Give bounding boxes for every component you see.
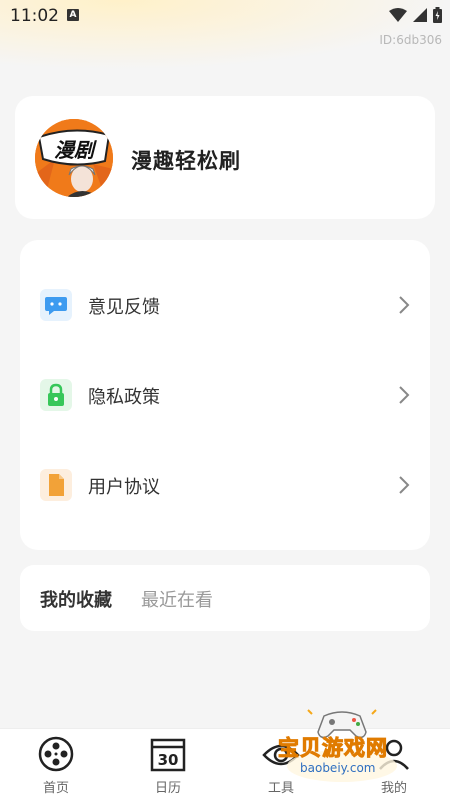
favorites-card: 我的收藏 最近在看 [20, 565, 430, 631]
watermark-url: baobeiy.com [300, 761, 376, 775]
document-icon [40, 469, 72, 501]
watermark-text: 宝贝游戏网 [278, 736, 388, 761]
status-icons [389, 7, 442, 23]
nav-item-home[interactable]: 首页 [26, 735, 86, 796]
battery-icon [433, 7, 442, 23]
menu-item-user-agreement[interactable]: 用户协议 [20, 455, 430, 515]
chevron-right-icon [399, 296, 410, 314]
signal-icon [413, 8, 427, 22]
avatar-logo-text: 漫剧 [54, 138, 97, 162]
menu-item-privacy-policy[interactable]: 隐私政策 [20, 365, 430, 425]
nav-item-calendar[interactable]: 30 日历 [138, 735, 198, 796]
lock-icon [40, 379, 72, 411]
tab-my-favorites[interactable]: 我的收藏 [40, 586, 112, 612]
nav-label: 首页 [42, 781, 69, 796]
notification-icon: A [67, 9, 79, 21]
watermark: 宝贝游戏网 baobeiy.com [272, 704, 442, 784]
settings-menu-card: 意见反馈 隐私政策 用户协议 [20, 240, 430, 550]
calendar-day: 30 [158, 751, 179, 769]
menu-item-label: 用户协议 [88, 477, 160, 498]
profile-card: 漫剧 漫趣轻松刷 [15, 96, 435, 219]
chevron-right-icon [399, 476, 410, 494]
menu-item-label: 意见反馈 [88, 297, 160, 318]
menu-item-feedback[interactable]: 意见反馈 [20, 275, 430, 335]
film-reel-icon [38, 736, 74, 772]
menu-item-label: 隐私政策 [88, 387, 160, 408]
wifi-icon [389, 8, 407, 22]
message-icon [40, 289, 72, 321]
calendar-icon: 30 [150, 738, 186, 772]
status-bar: 11:02 A [0, 0, 450, 32]
nav-label: 日历 [154, 781, 181, 796]
status-time: 11:02 [10, 6, 59, 26]
chevron-right-icon [399, 386, 410, 404]
device-id: ID:6db306 [379, 33, 442, 47]
app-name: 漫趣轻松刷 [131, 149, 241, 173]
avatar[interactable]: 漫剧 [35, 119, 113, 197]
tab-recently-watched[interactable]: 最近在看 [141, 586, 213, 612]
